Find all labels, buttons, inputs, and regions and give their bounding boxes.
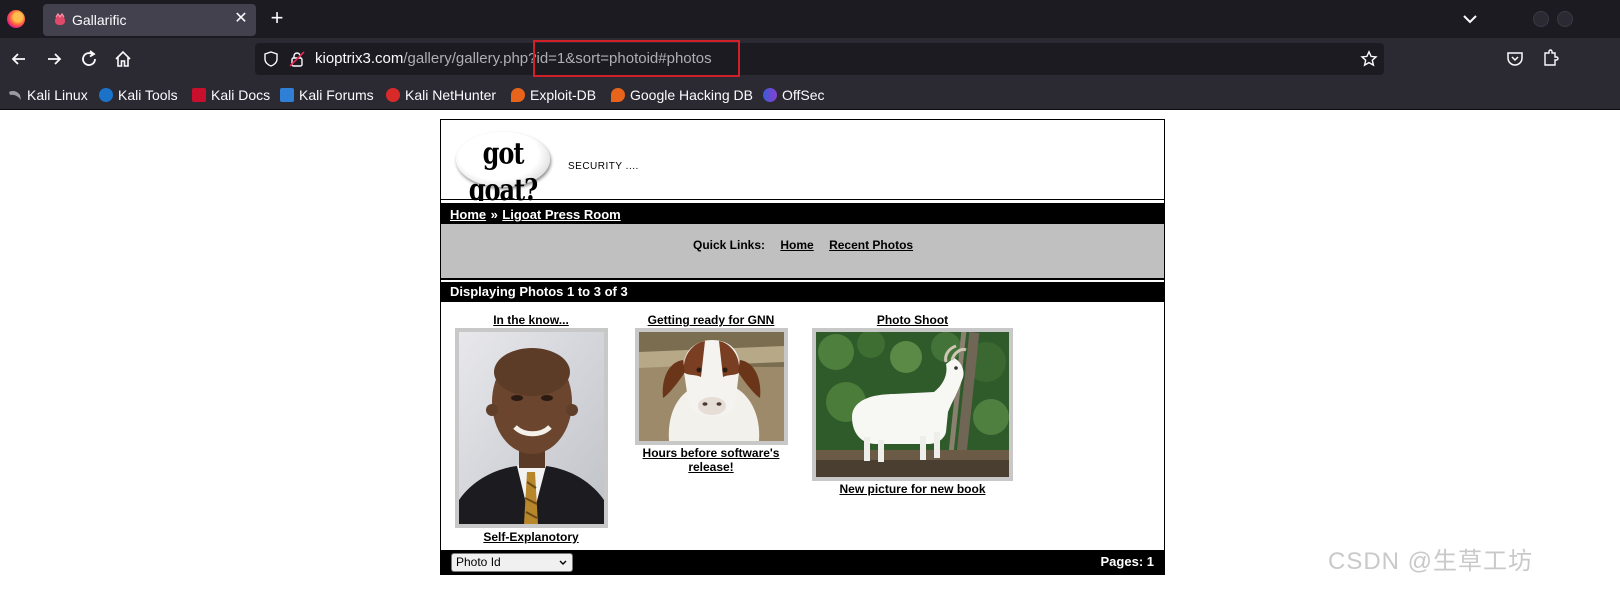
forward-arrow-icon[interactable] — [43, 48, 65, 70]
minimize-icon[interactable] — [1533, 11, 1549, 27]
csdn-watermark: CSDN @生草工坊 — [1328, 548, 1534, 575]
bookmark-kali-forums[interactable]: Kali Forums — [280, 85, 374, 105]
url-bar[interactable]: kioptrix3.com/gallery/gallery.php?id=1&s… — [255, 40, 1384, 77]
reload-icon[interactable] — [78, 48, 100, 70]
ghdb-icon — [611, 88, 625, 102]
tab-title: Gallarific — [72, 12, 127, 28]
offsec-icon — [763, 88, 777, 102]
photo-title-link[interactable]: Photo Shoot — [812, 313, 1013, 327]
photo-item: In the know... Self-Explanotory — [454, 313, 608, 544]
back-arrow-icon[interactable] — [8, 48, 30, 70]
white-goat-on-table-photo — [816, 330, 1009, 478]
site-tagline: SECURITY .... — [568, 161, 639, 172]
breadcrumb-separator: » — [490, 207, 498, 222]
bookmark-star-icon[interactable] — [1360, 50, 1378, 68]
url-host: kioptrix3.com — [315, 50, 404, 67]
home-icon[interactable] — [112, 48, 134, 70]
bookmark-label: Kali Linux — [27, 87, 88, 103]
logo-text: got goat? — [468, 134, 539, 208]
bookmark-google-hacking-db[interactable]: Google Hacking DB — [611, 85, 753, 105]
display-count-bar: Displaying Photos 1 to 3 of 3 — [441, 280, 1164, 302]
bookmark-label: Kali Forums — [299, 87, 374, 103]
bookmarks-toolbar: Kali Linux Kali Tools Kali Docs Kali For… — [0, 80, 1620, 110]
breadcrumb-current-link[interactable]: Ligoat Press Room — [502, 207, 620, 222]
bookmark-label: Kali Docs — [211, 87, 271, 103]
photo-caption-link[interactable]: New picture for new book — [812, 482, 1013, 496]
close-tab-icon[interactable]: ✕ — [232, 10, 250, 28]
url-path: /gallery/gallery.php — [403, 50, 529, 67]
tab-bar: Gallarific ✕ + — [0, 0, 1620, 38]
shield-icon[interactable] — [263, 51, 279, 67]
bookmark-label: Kali Tools — [118, 87, 178, 103]
kali-dragon-icon — [8, 88, 22, 102]
photo-thumbnail[interactable] — [812, 328, 1013, 481]
bookmark-kali-tools[interactable]: Kali Tools — [99, 85, 178, 105]
breadcrumb: Home » Ligoat Press Room — [441, 201, 1164, 223]
bookmark-label: OffSec — [782, 87, 825, 103]
tab-gallarific[interactable]: Gallarific ✕ — [43, 4, 256, 36]
gallery-container: got goat? SECURITY .... Home » Ligoat Pr… — [440, 119, 1165, 575]
bookmark-label: Google Hacking DB — [630, 87, 753, 103]
chevron-down-icon — [559, 560, 567, 565]
bookmark-offsec[interactable]: OffSec — [763, 85, 825, 105]
sort-select-value: Photo Id — [456, 555, 501, 569]
bookmark-label: Exploit-DB — [530, 87, 597, 103]
gallery-favicon-icon — [55, 13, 65, 25]
photo-title-link[interactable]: Getting ready for GNN — [627, 313, 795, 327]
bookmark-kali-docs[interactable]: Kali Docs — [192, 85, 270, 105]
quick-link-recent-photos[interactable]: Recent Photos — [829, 238, 913, 252]
firefox-logo-icon[interactable] — [7, 10, 25, 28]
quick-link-home[interactable]: Home — [780, 238, 813, 252]
photo-title-link[interactable]: In the know... — [454, 313, 608, 327]
url-query-highlight-box — [533, 40, 740, 77]
kali-forums-icon — [280, 88, 294, 102]
insecure-lock-icon[interactable] — [289, 51, 305, 67]
bookmark-label: Kali NetHunter — [405, 87, 497, 103]
bookmark-kali-nethunter[interactable]: Kali NetHunter — [386, 85, 496, 105]
photo-thumbnail[interactable] — [634, 328, 788, 445]
exploit-db-icon — [511, 88, 525, 102]
nav-bar: kioptrix3.com/gallery/gallery.php?id=1&s… — [0, 38, 1620, 80]
photo-thumbnail[interactable] — [454, 328, 608, 528]
photo-caption-link[interactable]: Hours before software's release! — [627, 446, 795, 474]
bookmark-kali-linux[interactable]: Kali Linux — [8, 85, 88, 105]
nethunter-icon — [386, 88, 400, 102]
quick-links-label: Quick Links: — [693, 238, 766, 252]
photo-item: Getting ready for GNN Hours before softw… — [627, 313, 795, 474]
maximize-icon[interactable] — [1557, 11, 1573, 27]
kali-tools-icon — [99, 88, 113, 102]
display-count-text: Displaying Photos 1 to 3 of 3 — [450, 284, 628, 299]
new-tab-icon[interactable]: + — [266, 7, 288, 30]
got-goat-logo[interactable]: got goat? — [456, 132, 550, 207]
breadcrumb-home-link[interactable]: Home — [450, 207, 486, 222]
pocket-icon[interactable] — [1506, 50, 1524, 68]
gallery-footer-bar: Photo Id Pages: 1 — [441, 548, 1164, 574]
man-in-suit-photo — [458, 332, 604, 524]
extensions-icon[interactable] — [1540, 49, 1560, 69]
quick-links-bar: Quick Links: Home Recent Photos — [441, 223, 1164, 280]
pages-count: Pages: 1 — [1100, 554, 1154, 569]
site-header: got goat? SECURITY .... — [441, 120, 1164, 207]
photo-caption-link[interactable]: Self-Explanotory — [454, 530, 608, 544]
chevron-down-icon[interactable] — [1458, 8, 1482, 30]
kali-docs-icon — [192, 88, 206, 102]
sort-select[interactable]: Photo Id — [451, 553, 573, 572]
brown-white-goat-photo — [638, 332, 784, 441]
bookmark-exploit-db[interactable]: Exploit-DB — [511, 85, 596, 105]
photo-item: Photo Shoot New picture for new book — [812, 313, 1013, 496]
